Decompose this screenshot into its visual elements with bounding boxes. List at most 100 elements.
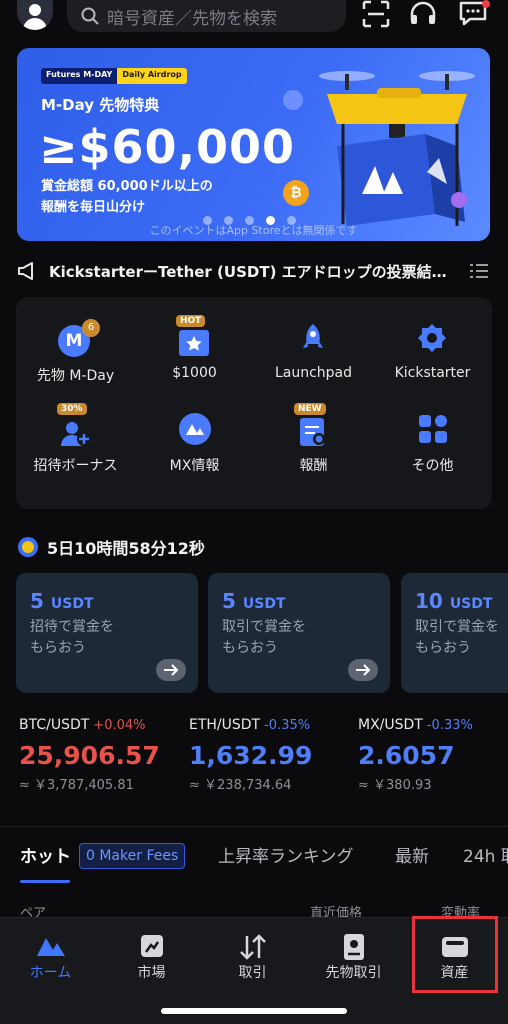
avatar-body (23, 18, 47, 30)
nav-home[interactable]: ホーム (0, 918, 101, 988)
reward-amount-value: 5 (222, 589, 236, 613)
notification-dot (482, 0, 490, 8)
reward-desc-line1: 取引で賞金を (222, 619, 306, 635)
banner-desc-line1: 賞金総額 60,000ドル以上の (41, 179, 213, 194)
shortcut-label: MX情報 (169, 458, 220, 474)
shortcut-label: 先物 M-Day (36, 368, 115, 384)
shortcut-reward[interactable]: NEW 報酬 (254, 387, 373, 477)
banner-tag-right: Daily Airdrop (117, 68, 187, 84)
tab-hot[interactable]: ホット (20, 842, 71, 867)
home-logo-icon (37, 938, 65, 956)
nav-label: 先物取引 (325, 965, 382, 981)
percent-badge: 30% (57, 403, 87, 415)
ticker-price: 25,906.57 (19, 741, 160, 770)
search-input[interactable]: 暗号資産／先物を検索 (67, 0, 346, 32)
shortcut-invite-bonus[interactable]: 30% 招待ボーナス (16, 387, 135, 477)
assets-highlight-box (412, 916, 498, 993)
tab-volume[interactable]: 24h 取 (463, 842, 508, 867)
avatar-head (29, 4, 41, 16)
shortcut-1000[interactable]: HOT $1000 (135, 297, 254, 387)
market-chart-icon (141, 935, 163, 957)
gear-badge-icon (413, 319, 451, 357)
reward-amount-value: 10 (415, 589, 443, 613)
announcement-bar[interactable]: KickstarterーTether (USDT) エアドロップの投票結… (17, 258, 490, 284)
shortcut-label: Launchpad (274, 365, 353, 381)
shortcut-label: 報酬 (299, 458, 328, 474)
banner-desc-line2: 報酬を毎日山分け (41, 200, 146, 215)
ticker-header: BTC/USDT +0.04% (19, 714, 189, 733)
list-icon[interactable] (470, 263, 488, 279)
ticker-header: ETH/USDT -0.35% (189, 714, 359, 733)
ticker-btc[interactable]: BTC/USDT +0.04% 25,906.57 ≈ ￥3,787,405.81 (19, 714, 189, 793)
banner-subtitle: M-Day 先物特典 (41, 96, 160, 114)
home-indicator (161, 1008, 347, 1014)
banner-description: 賞金総額 60,000ドル以上の 報酬を毎日山分け (41, 176, 301, 218)
drone-illustration (319, 71, 475, 226)
ticker-eth[interactable]: ETH/USDT -0.35% 1,632.99 ≈ ￥238,734.64 (189, 714, 359, 793)
reward-amount: 10 USDT (415, 589, 492, 613)
reward-description: 取引で賞金を もらおう (222, 617, 372, 659)
reward-desc-line1: 招待で賞金を (30, 619, 114, 635)
bitcoin-coin-icon: ₿ (283, 180, 309, 206)
reward-card-trade[interactable]: 5 USDT 取引で賞金を もらおう (208, 573, 390, 693)
reward-card-trade-2[interactable]: 10 USDT 取引で賞金を もらおう (401, 573, 508, 693)
reward-card-invite[interactable]: 5 USDT 招待で賞金を もらおう (16, 573, 198, 693)
ticker-change: -0.33% (426, 718, 473, 733)
banner-tag-left: Futures M-DAY (41, 68, 118, 84)
shortcut-more[interactable]: その他 (373, 387, 492, 477)
megaphone-icon (18, 262, 33, 280)
shortcut-kickstarter[interactable]: Kickstarter (373, 297, 492, 387)
rocket-icon (294, 319, 332, 357)
arrow-right-icon[interactable] (156, 659, 186, 681)
message-icon[interactable] (458, 0, 490, 30)
maker-fee-badge[interactable]: 0 Maker Fees (79, 843, 186, 869)
nav-label: ホーム (29, 965, 72, 981)
reward-icon: NEW (294, 403, 332, 447)
shortcut-mx-info[interactable]: MX情報 (135, 387, 254, 477)
search-placeholder: 暗号資産／先物を検索 (107, 8, 277, 29)
invite-user-icon: 30% (56, 403, 94, 447)
banner-amount: ≥$60,000 (39, 120, 296, 174)
futures-doc-icon (344, 934, 364, 960)
reward-desc-line2: もらおう (30, 640, 86, 656)
tab-underline (20, 880, 70, 883)
announcement-text[interactable]: KickstarterーTether (USDT) エアドロップの投票結… (49, 261, 459, 282)
section-divider (0, 826, 508, 827)
reward-unit: USDT (242, 596, 286, 612)
ticker-header: MX/USDT -0.33% (358, 714, 508, 733)
nav-trade[interactable]: 取引 (202, 918, 303, 988)
m-day-icon: M 6 (56, 319, 100, 357)
mx-logo-icon (175, 409, 213, 447)
grid-icon (413, 409, 451, 447)
market-tabs: ホット 上昇率ランキング 最新 24h 取 (0, 840, 508, 884)
reward-unit: USDT (50, 596, 94, 612)
nav-futures[interactable]: 先物取引 (303, 918, 404, 988)
reward-desc-line2: もらおう (415, 640, 471, 656)
scan-icon[interactable] (362, 0, 392, 30)
trade-arrows-icon (240, 934, 266, 960)
tab-newest[interactable]: 最新 (395, 842, 429, 867)
shortcut-m-day[interactable]: M 6 先物 M-Day (16, 297, 135, 387)
promo-banner[interactable]: Futures M-DAY Daily Airdrop M-Day 先物特典 ≥… (17, 48, 490, 241)
reward-amount-value: 5 (30, 589, 44, 613)
shortcut-label: Kickstarter (394, 365, 471, 381)
ticker-price: 1,632.99 (189, 741, 313, 770)
tab-gainers[interactable]: 上昇率ランキング (218, 842, 354, 867)
ticker-mx[interactable]: MX/USDT -0.33% 2.6057 ≈ ￥380.93 (358, 714, 508, 793)
countdown-text: 5日10時間58分12秒 (47, 539, 205, 558)
arrow-right-icon[interactable] (348, 659, 378, 681)
ticker-change: -0.35% (264, 718, 311, 733)
countdown: 5日10時間58分12秒 (17, 535, 205, 559)
purple-coin-icon (451, 192, 467, 208)
reward-amount: 5 USDT (222, 589, 286, 613)
nav-market[interactable]: 市場 (101, 918, 202, 988)
headset-icon[interactable] (408, 0, 438, 30)
shortcut-label: $1000 (172, 365, 217, 381)
shortcut-launchpad[interactable]: Launchpad (254, 297, 373, 387)
timer-coin-icon (18, 537, 38, 557)
nav-label: 取引 (238, 965, 267, 981)
avatar[interactable] (17, 0, 53, 30)
m-day-badge: 6 (82, 319, 100, 337)
reward-description: 招待で賞金を もらおう (30, 617, 180, 659)
reward-desc-line2: もらおう (222, 640, 278, 656)
